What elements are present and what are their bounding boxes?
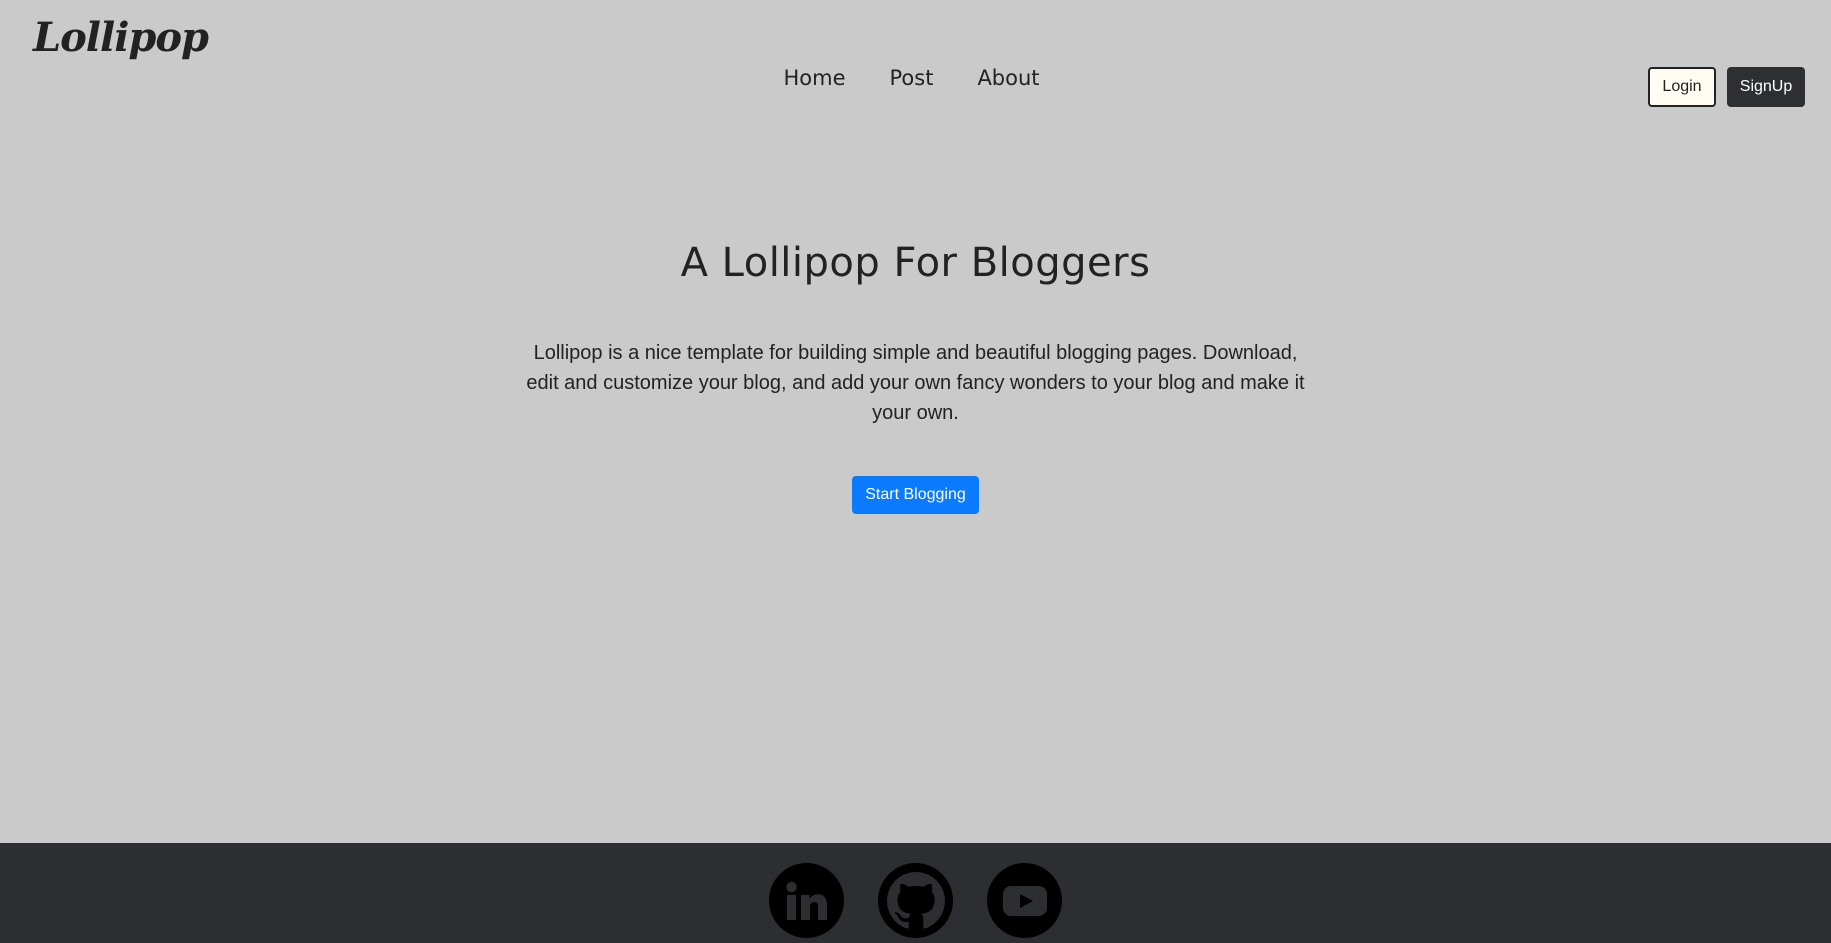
hero-section: A Lollipop For Bloggers Lollipop is a ni… (0, 240, 1831, 514)
page: Lollipop Home Post About Login SignUp A … (0, 0, 1831, 943)
hero-title: A Lollipop For Bloggers (680, 240, 1151, 286)
login-button[interactable]: Login (1648, 67, 1716, 107)
signup-button[interactable]: SignUp (1727, 67, 1805, 107)
brand-logo[interactable]: Lollipop (33, 14, 209, 61)
nav-post[interactable]: Post (889, 66, 933, 90)
main-nav: Home Post About (0, 66, 1831, 90)
site-footer (0, 843, 1831, 943)
start-blogging-button[interactable]: Start Blogging (852, 476, 979, 514)
github-icon[interactable] (878, 863, 953, 938)
nav-home[interactable]: Home (783, 66, 845, 90)
youtube-icon[interactable] (987, 863, 1062, 938)
auth-buttons: Login SignUp (1648, 67, 1805, 107)
social-links (0, 863, 1831, 938)
hero-description: Lollipop is a nice template for building… (526, 342, 1305, 424)
nav-about[interactable]: About (977, 66, 1039, 90)
site-header: Lollipop Home Post About Login SignUp (0, 0, 1831, 120)
linkedin-icon[interactable] (769, 863, 844, 938)
